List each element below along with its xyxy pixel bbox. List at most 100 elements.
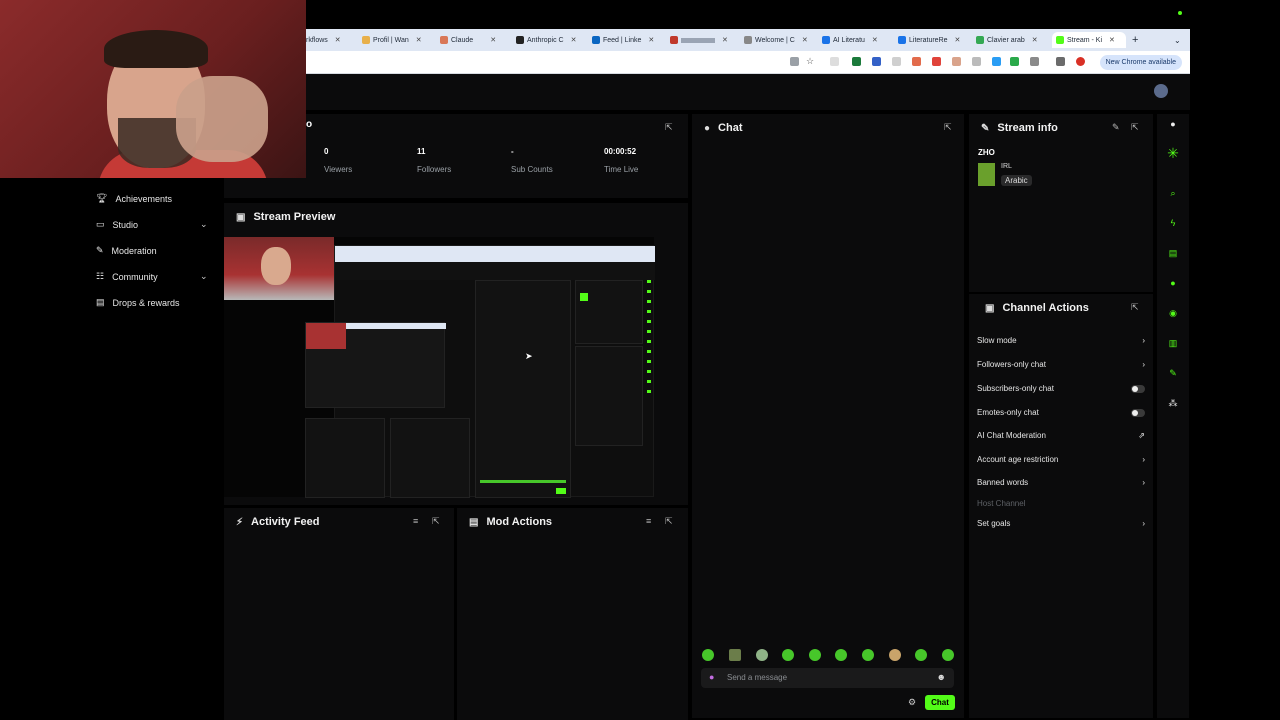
popout-icon[interactable]: ⇱ [944, 122, 954, 132]
stat-viewers: 0 Viewers [324, 147, 352, 174]
emote-icon[interactable] [915, 649, 927, 661]
chevron-right-icon: › [1142, 519, 1145, 528]
chat-bubble-icon[interactable]: ● [1167, 277, 1179, 289]
search-icon[interactable]: ⌕ [1167, 187, 1179, 199]
emote-icon[interactable] [809, 649, 821, 661]
extension-icon[interactable] [992, 57, 1001, 66]
edit-icon[interactable]: ✎ [1112, 122, 1122, 132]
close-icon[interactable]: ✕ [335, 36, 341, 44]
extension-icon[interactable] [952, 57, 961, 66]
gear-icon[interactable]: ⚙ [908, 697, 916, 708]
bolt-icon[interactable]: ϟ [1167, 217, 1179, 229]
kick-favicon-icon [1056, 36, 1064, 44]
close-icon[interactable]: ✕ [955, 36, 961, 44]
slow-mode-row[interactable]: Slow mode › [977, 336, 1145, 345]
star-icon[interactable]: ☆ [806, 57, 815, 66]
studio-icon: ▭ [96, 219, 105, 229]
close-icon[interactable]: ✕ [416, 36, 422, 44]
info-icon[interactable]: ● [1167, 118, 1179, 130]
user-avatar[interactable] [1154, 84, 1168, 98]
extension-icon[interactable] [872, 57, 881, 66]
browser-tab[interactable]: Clavier arab ✕ [976, 32, 1046, 48]
close-icon[interactable]: ✕ [490, 36, 496, 44]
layout-icon[interactable]: ▥ [1167, 337, 1179, 349]
close-icon[interactable]: ✕ [1032, 36, 1038, 44]
followers-only-chat-row[interactable]: Followers-only chat › [977, 360, 1145, 369]
category-thumbnail[interactable] [978, 163, 995, 186]
browser-tab[interactable]: ✕ [670, 32, 734, 48]
emoji-icon[interactable]: ☻ [937, 672, 946, 682]
close-icon[interactable]: ✕ [722, 36, 728, 44]
close-icon[interactable]: ✕ [872, 36, 878, 44]
new-chrome-available-button[interactable]: New Chrome available [1099, 55, 1182, 70]
profile-avatar-icon[interactable] [1076, 57, 1085, 66]
subscribers-only-toggle[interactable] [1131, 384, 1145, 393]
stat-value: 00:00:52 [604, 147, 637, 156]
emote-icon[interactable] [729, 649, 741, 661]
browser-tab[interactable]: AI Literatu ✕ [822, 32, 890, 48]
chevron-down-icon[interactable]: ⌄ [1174, 32, 1186, 48]
browser-tab[interactable]: LiteratureRe ✕ [898, 32, 970, 48]
emote-icon[interactable] [862, 649, 874, 661]
extension-icon[interactable] [932, 57, 941, 66]
sidebar-item-community[interactable]: ☷ Community ⌄ [96, 271, 208, 282]
close-icon[interactable]: ✕ [571, 36, 577, 44]
microphone-icon[interactable]: ● [709, 672, 714, 682]
download-icon[interactable] [1056, 57, 1065, 66]
translate-icon[interactable] [790, 57, 799, 66]
kick-logo-icon[interactable]: ✳ [1167, 146, 1179, 160]
emote-icon[interactable] [835, 649, 847, 661]
list-icon[interactable]: ▤ [1167, 247, 1179, 259]
close-icon[interactable]: ✕ [648, 36, 654, 44]
close-icon[interactable]: ✕ [1109, 36, 1115, 44]
sidebar-item-moderation[interactable]: ✎ Moderation [96, 245, 157, 256]
extension-icon[interactable] [892, 57, 901, 66]
emote-icon[interactable] [889, 649, 901, 661]
chat-input[interactable]: ● Send a message ☻ [701, 668, 954, 688]
browser-tab[interactable]: Claude ✕ [440, 32, 508, 48]
browser-tab[interactable]: rkflows ✕ [306, 32, 360, 48]
browser-tab[interactable]: Anthropic C ✕ [516, 32, 590, 48]
ai-chat-moderation-row[interactable]: AI Chat Moderation ⇗ [977, 431, 1145, 440]
wrench-icon[interactable]: ✎ [1167, 367, 1179, 379]
account-age-restriction-row[interactable]: Account age restriction › [977, 455, 1145, 464]
extension-icon[interactable] [1010, 57, 1019, 66]
browser-tab[interactable]: Profil | Wan ✕ [362, 32, 432, 48]
popout-icon[interactable]: ⇱ [665, 122, 675, 132]
stat-value: 0 [324, 147, 329, 156]
sidebar-item-studio[interactable]: ▭ Studio ⌄ [96, 219, 208, 230]
category-label[interactable]: IRL [1001, 163, 1012, 170]
popout-icon[interactable]: ⇱ [665, 516, 675, 526]
popout-icon[interactable]: ⇱ [1131, 302, 1141, 312]
emotes-only-toggle[interactable] [1131, 408, 1145, 417]
broadcast-icon[interactable]: ◉ [1167, 307, 1179, 319]
emote-icon[interactable] [942, 649, 954, 661]
emote-icon[interactable] [756, 649, 768, 661]
action-label: Emotes-only chat [977, 408, 1039, 417]
filter-icon[interactable]: ≡ [646, 516, 656, 526]
nodes-icon[interactable]: ⁂ [1167, 397, 1179, 409]
plus-icon[interactable]: + [1132, 32, 1144, 48]
emote-icon[interactable] [702, 649, 714, 661]
stat-followers: 11 Followers [417, 147, 451, 174]
stream-video-preview[interactable]: ➤ [224, 237, 655, 498]
nested-category-thumb [580, 293, 588, 301]
emote-icon[interactable] [782, 649, 794, 661]
send-chat-button[interactable]: Chat [925, 695, 955, 710]
extension-icon[interactable] [912, 57, 921, 66]
set-goals-row[interactable]: Set goals › [977, 519, 1145, 528]
banned-words-row[interactable]: Banned words › [977, 478, 1145, 487]
popout-icon[interactable]: ⇱ [1131, 122, 1141, 132]
puzzle-icon[interactable] [1030, 57, 1039, 66]
close-icon[interactable]: ✕ [802, 36, 808, 44]
browser-tab-active[interactable]: Stream - Ki ✕ [1052, 32, 1126, 48]
filter-icon[interactable]: ≡ [413, 516, 423, 526]
browser-tab[interactable]: Feed | Linke ✕ [592, 32, 662, 48]
sidebar-item-drops-rewards[interactable]: ▤ Drops & rewards [96, 297, 180, 308]
sidebar-item-achievements[interactable]: 🏆︎ Achievements [96, 193, 172, 204]
extension-icon[interactable] [972, 57, 981, 66]
browser-tab[interactable]: Welcome | C ✕ [744, 32, 816, 48]
extension-icon[interactable] [852, 57, 861, 66]
popout-icon[interactable]: ⇱ [432, 516, 442, 526]
extension-icon[interactable] [830, 57, 839, 66]
